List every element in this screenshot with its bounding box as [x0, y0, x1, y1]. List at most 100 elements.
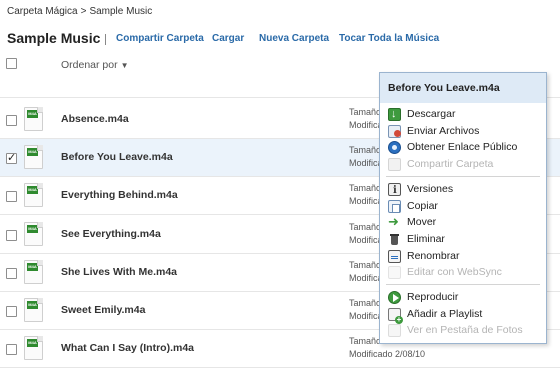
file-modified: Modifica [349, 311, 383, 321]
menu-item-label: Copiar [407, 199, 438, 212]
file-meta: Tamaño Modifica [349, 182, 383, 208]
file-name-link[interactable]: Everything Behind.m4a [61, 189, 178, 201]
add-playlist-icon [388, 307, 403, 324]
file-type-badge: M4A [27, 148, 38, 156]
move-icon [388, 213, 401, 230]
breadcrumb-parent-link[interactable]: Carpeta Mágica [7, 6, 78, 17]
page-title: Sample Music [7, 30, 101, 46]
audio-file-icon: M4A [24, 298, 43, 322]
file-type-badge: M4A [27, 186, 38, 194]
public-link-icon [388, 141, 401, 155]
file-modified: Modifica [349, 273, 383, 283]
file-name-link[interactable]: What Can I Say (Intro).m4a [61, 342, 194, 354]
file-size: Tamaño [349, 298, 382, 308]
audio-file-icon: M4A [24, 260, 43, 284]
file-type-badge: M4A [27, 301, 38, 309]
menu-item-copy[interactable]: Copiar [380, 198, 546, 215]
menu-separator [386, 175, 540, 177]
file-meta: Tamaño Modifica [349, 297, 383, 323]
audio-file-icon: M4A [24, 145, 43, 169]
file-modified: Modifica [349, 120, 383, 130]
file-context-menu: Before You Leave.m4a Descargar Enviar Arc… [379, 72, 547, 344]
play-icon [388, 291, 401, 304]
menu-item-move[interactable]: Mover [380, 213, 546, 231]
photos-tab-icon [388, 324, 401, 338]
menu-item-label: Ver en Pestaña de Fotos [407, 324, 523, 337]
file-modified: Modifica [349, 196, 383, 206]
menu-item-versions[interactable]: Versiones [380, 181, 546, 199]
breadcrumb-separator: > [80, 6, 87, 17]
file-meta: Tamaño Modifica [349, 221, 383, 247]
menu-item-label: Renombrar [407, 249, 460, 262]
file-name-link[interactable]: See Everything.m4a [61, 228, 161, 240]
menu-item-send-files[interactable]: Enviar Archivos [380, 123, 546, 140]
file-size: Tamaño [349, 260, 382, 270]
file-size: Tamaño [349, 183, 382, 193]
file-type-badge: M4A [27, 225, 38, 233]
breadcrumb: Carpeta Mágica > Sample Music [7, 6, 152, 17]
file-size: Tamaño [349, 222, 382, 232]
audio-file-icon: M4A [24, 183, 43, 207]
sort-dropdown[interactable]: Ordenar por ▼ [61, 59, 129, 71]
audio-file-icon: M4A [24, 222, 43, 246]
file-type-badge: M4A [27, 110, 38, 118]
file-type-badge: M4A [27, 339, 38, 347]
header-divider [105, 34, 106, 45]
menu-item-photos-tab: Ver en Pestaña de Fotos [380, 322, 546, 339]
audio-file-icon: M4A [24, 107, 43, 131]
file-size: Tamaño [349, 107, 382, 117]
menu-item-label: Enviar Archivos [407, 124, 480, 137]
menu-item-share-folder: Compartir Carpeta [380, 156, 546, 173]
versions-icon [388, 182, 401, 199]
folder-header: Sample Music Compartir Carpeta Cargar Nu… [7, 30, 555, 50]
send-files-icon [388, 124, 401, 138]
file-checkbox[interactable] [6, 115, 17, 126]
file-modified: Modificado 2/08/10 [349, 349, 426, 359]
delete-icon [388, 233, 401, 246]
sort-label: Ordenar por [61, 59, 118, 71]
menu-item-label: Reproducir [407, 291, 459, 303]
file-meta: Tamaño Modifica [349, 144, 383, 170]
rename-icon [388, 249, 401, 263]
download-icon [388, 106, 401, 123]
select-all-checkbox[interactable] [6, 58, 17, 69]
menu-item-download[interactable]: Descargar [380, 106, 546, 123]
file-name-link[interactable]: Sweet Emily.m4a [61, 304, 145, 316]
file-checkbox[interactable] [6, 306, 17, 317]
menu-item-delete[interactable]: Eliminar [380, 231, 546, 248]
file-modified: Modifica [349, 158, 383, 168]
share-folder-link[interactable]: Compartir Carpeta [116, 33, 204, 44]
breadcrumb-current: Sample Music [89, 6, 153, 17]
upload-link[interactable]: Cargar [212, 33, 244, 44]
menu-item-label: Añadir a Playlist [407, 307, 483, 320]
websync-icon [388, 266, 401, 280]
menu-separator [386, 284, 540, 285]
menu-item-label: Eliminar [407, 232, 445, 245]
copy-icon [388, 199, 401, 213]
menu-item-play[interactable]: Reproducir [380, 289, 546, 306]
file-meta: Tamaño Modifica [349, 259, 383, 285]
play-all-music-link[interactable]: Tocar Toda la Música [339, 33, 439, 44]
menu-item-public-link[interactable]: Obtener Enlace Público [380, 139, 546, 156]
file-modified: Modifica [349, 235, 383, 245]
file-size: Tamaño [349, 145, 382, 155]
new-folder-link[interactable]: Nueva Carpeta [259, 33, 329, 44]
menu-item-label: Mover [407, 216, 437, 229]
menu-item-rename[interactable]: Renombrar [380, 248, 546, 265]
file-checkbox[interactable] [6, 268, 17, 279]
menu-item-label: Versiones [407, 182, 454, 195]
file-checkbox[interactable] [6, 151, 17, 164]
file-checkbox[interactable] [6, 230, 17, 241]
menu-item-label: Compartir Carpeta [407, 158, 494, 171]
file-name-link[interactable]: Absence.m4a [61, 113, 129, 125]
file-name-link[interactable]: She Lives With Me.m4a [61, 266, 177, 278]
file-checkbox[interactable] [6, 344, 17, 355]
row-divider [0, 367, 560, 368]
file-name-link[interactable]: Before You Leave.m4a [61, 151, 173, 163]
file-meta: Tamaño Modifica [349, 106, 383, 132]
menu-item-add-playlist[interactable]: Añadir a Playlist [380, 306, 546, 324]
menu-item-label: Obtener Enlace Público [407, 141, 518, 154]
menu-item-label: Editar con WebSync [407, 266, 502, 279]
file-checkbox[interactable] [6, 191, 17, 202]
file-type-badge: M4A [27, 263, 38, 271]
